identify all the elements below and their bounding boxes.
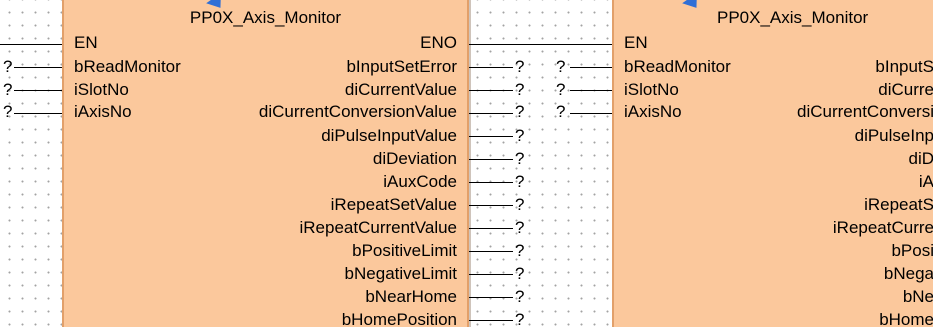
fb2-wire-in-iaxisno[interactable] xyxy=(570,113,612,114)
fb1-out-binputseterror[interactable]: bInputSetError xyxy=(346,57,457,77)
fb2-out-bnegativelimit[interactable]: bNega xyxy=(614,264,933,284)
fb2-out-bpositivelimit[interactable]: bPosi xyxy=(614,241,933,261)
fb1-out-dicurrentvalue[interactable]: diCurrentValue xyxy=(345,80,457,100)
fb1-out-eno[interactable]: ENO xyxy=(420,33,457,53)
fb1-wire-out-11[interactable] xyxy=(469,297,513,298)
fb2-out-dipulseinputvalue[interactable]: diPulseInp xyxy=(614,126,933,146)
fb1-wire-out-eno[interactable] xyxy=(469,44,612,45)
fb1-wire-out-3[interactable] xyxy=(469,113,513,114)
fb1-out-value-irepeatsetvalue[interactable]: ? xyxy=(515,195,524,215)
fb1-in-iaxisno[interactable]: iAxisNo xyxy=(74,102,132,122)
fb2-out-irepeatsetvalue[interactable]: iRepeatS xyxy=(614,195,933,215)
fb2-out-bnearhome[interactable]: bNe xyxy=(614,287,933,307)
fb1-in-islotno[interactable]: iSlotNo xyxy=(74,80,129,100)
fb1-out-value-bhomeposition[interactable]: ? xyxy=(515,310,524,330)
fb1-wire-out-2[interactable] xyxy=(469,90,513,91)
fb1-out-bnegativelimit[interactable]: bNegativeLimit xyxy=(345,264,457,284)
fb1-wire-in-islotno[interactable] xyxy=(14,90,62,91)
fb1-out-iauxcode[interactable]: iAuxCode xyxy=(383,172,457,192)
fb1-out-value-dicurrentvalue[interactable]: ? xyxy=(515,80,524,100)
fb1-out-value-dideviation[interactable]: ? xyxy=(515,149,524,169)
fb2-out-dicurrentvalue[interactable]: diCurre xyxy=(614,80,933,100)
fb1-out-dicurrentconversionvalue[interactable]: diCurrentConversionValue xyxy=(259,102,457,122)
fb2-out-dideviation[interactable]: diD xyxy=(614,149,933,169)
fb1-out-value-binputseterror[interactable]: ? xyxy=(515,57,524,77)
fb1-wire-out-4[interactable] xyxy=(469,136,513,137)
fb1-in-value-iaxisno[interactable]: ? xyxy=(3,102,12,122)
fb2-in-value-islotno[interactable]: ? xyxy=(556,80,565,100)
fb1-wire-in-en[interactable] xyxy=(0,44,62,45)
fb2-in-value-iaxisno[interactable]: ? xyxy=(556,102,565,122)
fb2-wire-in-breadmonitor[interactable] xyxy=(570,67,612,68)
fb1-wire-out-5[interactable] xyxy=(469,159,513,160)
fb2-out-irepeatcurrentvalue[interactable]: iRepeatCurre xyxy=(614,218,933,238)
fb1-wire-out-9[interactable] xyxy=(469,251,513,252)
fb1-wire-out-7[interactable] xyxy=(469,205,513,206)
fb1-out-value-dipulseinputvalue[interactable]: ? xyxy=(515,126,524,146)
fb2-title: PP0X_Axis_Monitor xyxy=(717,8,869,27)
fb1-wire-in-breadmonitor[interactable] xyxy=(14,67,62,68)
fb1-in-value-breadmonitor[interactable]: ? xyxy=(3,57,12,77)
fb1-out-irepeatcurrentvalue[interactable]: iRepeatCurrentValue xyxy=(300,218,458,238)
fb1-out-value-dicurrentconversionvalue[interactable]: ? xyxy=(515,102,524,122)
fb1-wire-out-10[interactable] xyxy=(469,274,513,275)
fb2-wire-in-islotno[interactable] xyxy=(570,90,612,91)
fb1-out-value-irepeatcurrentvalue[interactable]: ? xyxy=(515,218,524,238)
fb1-out-value-iauxcode[interactable]: ? xyxy=(515,172,524,192)
fb1-out-value-bnearhome[interactable]: ? xyxy=(515,287,524,307)
fb1-in-en[interactable]: EN xyxy=(74,33,98,53)
function-block-1[interactable]: PP0X_Axis_Monitor EN bReadMonitor iSlotN… xyxy=(62,0,469,330)
fb2-out-bhomeposition[interactable]: bHome xyxy=(614,310,933,330)
fb2-out-dicurrentconversionvalue[interactable]: diCurrentConversi xyxy=(614,102,933,122)
fb1-wire-out-6[interactable] xyxy=(469,182,513,183)
fb1-wire-out-12[interactable] xyxy=(469,320,513,321)
fb2-out-binputseterror[interactable]: bInputS xyxy=(614,57,933,77)
fb1-title: PP0X_Axis_Monitor xyxy=(189,8,342,27)
fb1-out-bnearhome[interactable]: bNearHome xyxy=(365,287,457,307)
fb1-out-value-bpositivelimit[interactable]: ? xyxy=(515,241,524,261)
fb1-out-bpositivelimit[interactable]: bPositiveLimit xyxy=(352,241,457,261)
fb2-out-iauxcode[interactable]: iA xyxy=(614,172,933,192)
fb1-wire-out-1[interactable] xyxy=(469,67,513,68)
fb2-in-en[interactable]: EN xyxy=(624,33,648,53)
function-block-2[interactable]: PP0X_Axis_Monitor EN bReadMonitor iSlotN… xyxy=(612,0,933,330)
fb1-out-bhomeposition[interactable]: bHomePosition xyxy=(342,310,457,330)
fb1-wire-in-iaxisno[interactable] xyxy=(14,113,62,114)
fb1-out-value-bnegativelimit[interactable]: ? xyxy=(515,264,524,284)
fb1-wire-out-8[interactable] xyxy=(469,228,513,229)
fb1-out-dipulseinputvalue[interactable]: diPulseInputValue xyxy=(321,126,457,146)
fb1-out-irepeatsetvalue[interactable]: iRepeatSetValue xyxy=(331,195,457,215)
fb1-in-value-islotno[interactable]: ? xyxy=(3,80,12,100)
fb1-in-breadmonitor[interactable]: bReadMonitor xyxy=(74,57,181,77)
fb2-in-value-breadmonitor[interactable]: ? xyxy=(556,57,565,77)
fb1-out-dideviation[interactable]: diDeviation xyxy=(373,149,457,169)
